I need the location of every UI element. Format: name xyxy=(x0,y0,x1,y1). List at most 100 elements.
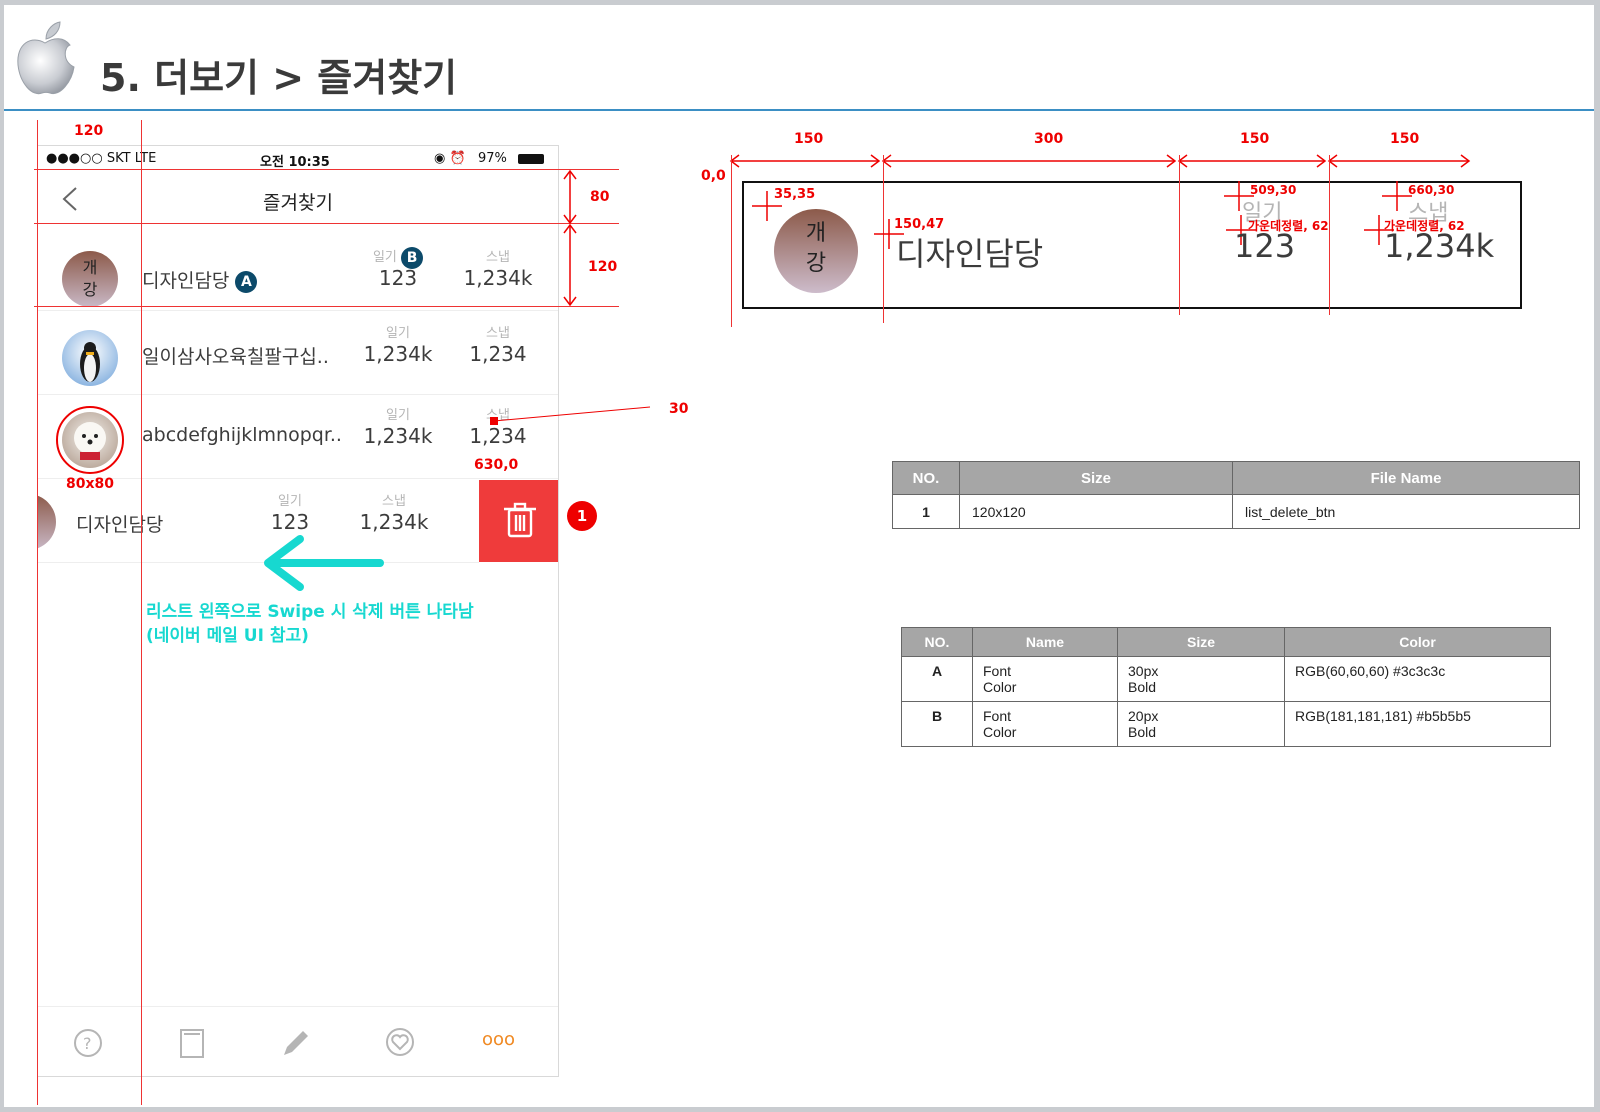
file-th-name: File Name xyxy=(1232,461,1580,495)
value-diary: 1,234k xyxy=(363,342,433,366)
spec-avatar: 개 강 xyxy=(774,209,858,293)
avatar xyxy=(62,330,118,386)
guide-line xyxy=(731,155,732,327)
value-diary: 1,234k xyxy=(363,424,433,448)
file-th-no: NO. xyxy=(892,461,960,495)
label2-pos: 660,30 xyxy=(1408,183,1455,197)
guide-line xyxy=(1329,155,1330,315)
avatar xyxy=(38,494,56,550)
col-width-4: 150 xyxy=(1390,131,1420,147)
font-cell-color: RGB(60,60,60) #3c3c3c xyxy=(1284,656,1551,702)
file-table: NO. Size File Name 1 120x120 list_delete… xyxy=(892,461,1580,529)
delete-position: 630,0 xyxy=(474,457,519,473)
font-th-size: Size xyxy=(1117,627,1285,657)
tab-bar: ? ooo xyxy=(38,1006,558,1076)
guide-line xyxy=(37,120,38,1105)
avatar-text-top: 개 xyxy=(82,258,98,277)
avatar xyxy=(56,406,124,474)
nav-bar: 즐겨찾기 xyxy=(38,170,558,226)
help-icon[interactable]: ? xyxy=(70,1025,106,1061)
font-table: NO. Name Size Color A Font Color 30px Bo… xyxy=(901,627,1551,747)
file-cell-no: 1 xyxy=(892,494,960,529)
file-th-size: Size xyxy=(959,461,1233,495)
svg-text:?: ? xyxy=(83,1034,92,1053)
value-snap: 1,234 xyxy=(469,424,527,448)
alarm-icon: ◉ ⏰ xyxy=(434,151,466,166)
swipe-note-line2: (네이버 메일 UI 참고) xyxy=(146,626,309,646)
label1-pos: 509,30 xyxy=(1250,183,1297,197)
book-icon[interactable] xyxy=(174,1025,210,1061)
label-diary: 일기 xyxy=(386,326,410,341)
pointer-line xyxy=(490,406,651,425)
spec-avatar-text-bottom: 강 xyxy=(805,251,827,276)
item-name: abcdefghijklmnopqr.. xyxy=(142,424,342,446)
list-item[interactable]: 일이삼사오육칠팔구십.. 일기 1,234k 스냅 1,234 xyxy=(38,312,558,395)
guide-line xyxy=(34,223,619,224)
heart-chat-icon[interactable] xyxy=(382,1025,418,1061)
title-divider xyxy=(4,109,1594,111)
dim-row-height: 120 xyxy=(588,259,618,275)
spec-name: 디자인담당 xyxy=(896,235,1044,273)
badge-a: A xyxy=(235,270,258,293)
status-time: 오전 10:35 xyxy=(260,155,330,170)
value-diary: 123 xyxy=(378,266,418,290)
label-diary-text: 일기 xyxy=(372,250,397,265)
item-name: 디자인담당 A xyxy=(142,266,258,293)
nav-title: 즐겨찾기 xyxy=(263,192,333,214)
label-snap: 스냅 xyxy=(486,250,510,265)
width-dimension-arrows xyxy=(729,154,1471,168)
value-snap: 1,234k xyxy=(463,266,533,290)
battery-text: 97% xyxy=(478,151,507,166)
list-item[interactable]: 개 강 디자인담당 A 일기 B 123 스냅 1,234k xyxy=(38,228,558,311)
item-name: 일이삼사오육칠팔구십.. xyxy=(142,346,329,368)
col-width-2: 300 xyxy=(1034,131,1064,147)
delete-button[interactable] xyxy=(479,480,558,562)
spec-value-snap: 1,234k xyxy=(1384,227,1495,265)
more-icon[interactable]: ooo xyxy=(482,1029,532,1065)
avatar: 개 강 xyxy=(62,251,118,307)
font-th-name: Name xyxy=(972,627,1118,657)
font-th-no: NO. xyxy=(901,627,973,657)
apple-logo-icon xyxy=(12,19,78,99)
spec-avatar-text-top: 개 xyxy=(805,221,827,246)
col-width-3: 150 xyxy=(1240,131,1270,147)
avatar-pos: 35,35 xyxy=(774,187,816,202)
dim-avatar-size: 80x80 xyxy=(66,476,114,492)
font-cell-no: B xyxy=(901,701,973,747)
guide-line xyxy=(34,306,619,307)
file-cell-name: list_delete_btn xyxy=(1232,494,1580,529)
guide-line xyxy=(34,169,619,170)
font-cell-name: Font Color xyxy=(972,701,1118,747)
dim-nav-height: 80 xyxy=(590,189,610,205)
font-cell-name: Font Color xyxy=(972,656,1118,702)
col-width-1: 150 xyxy=(794,131,824,147)
dim-left-width: 120 xyxy=(74,123,104,139)
swipe-note-line1: 리스트 왼쪽으로 Swipe 시 삭제 버튼 나타남 xyxy=(146,602,474,622)
status-bar: ●●●○○ SKT LTE 오전 10:35 ◉ ⏰ 97% xyxy=(38,146,558,170)
avatar-text-bottom: 강 xyxy=(82,280,98,299)
spec-value-diary: 123 xyxy=(1234,227,1296,265)
label-snap: 스냅 xyxy=(382,494,406,509)
value-diary: 123 xyxy=(270,510,310,534)
carrier-text: ●●●○○ SKT LTE xyxy=(46,151,157,166)
font-cell-no: A xyxy=(901,656,973,702)
file-cell-size: 120x120 xyxy=(959,494,1233,529)
dim-label-distance: 30 xyxy=(669,401,689,417)
label-diary: 일기 xyxy=(386,408,410,423)
slide: 5. 더보기 > 즐겨찾기 ●●●○○ SKT LTE 오전 10:35 ◉ ⏰… xyxy=(4,5,1594,1107)
label-snap: 스냅 xyxy=(486,326,510,341)
item-name: 디자인담당 xyxy=(76,514,164,536)
item-name-text: 디자인담당 xyxy=(142,270,230,292)
trash-icon xyxy=(504,502,536,538)
guide-line xyxy=(141,120,142,1105)
font-cell-size: 30px Bold xyxy=(1117,656,1285,702)
pencil-icon[interactable] xyxy=(278,1025,314,1061)
slide-title: 5. 더보기 > 즐겨찾기 xyxy=(100,56,458,100)
font-cell-size: 20px Bold xyxy=(1117,701,1285,747)
dim-arrows xyxy=(563,169,577,307)
marker-number: 1 xyxy=(567,501,597,531)
value-snap: 1,234k xyxy=(359,510,429,534)
battery-icon xyxy=(518,154,544,164)
font-cell-color: RGB(181,181,181) #b5b5b5 xyxy=(1284,701,1551,747)
origin-label: 0,0 xyxy=(701,168,726,184)
